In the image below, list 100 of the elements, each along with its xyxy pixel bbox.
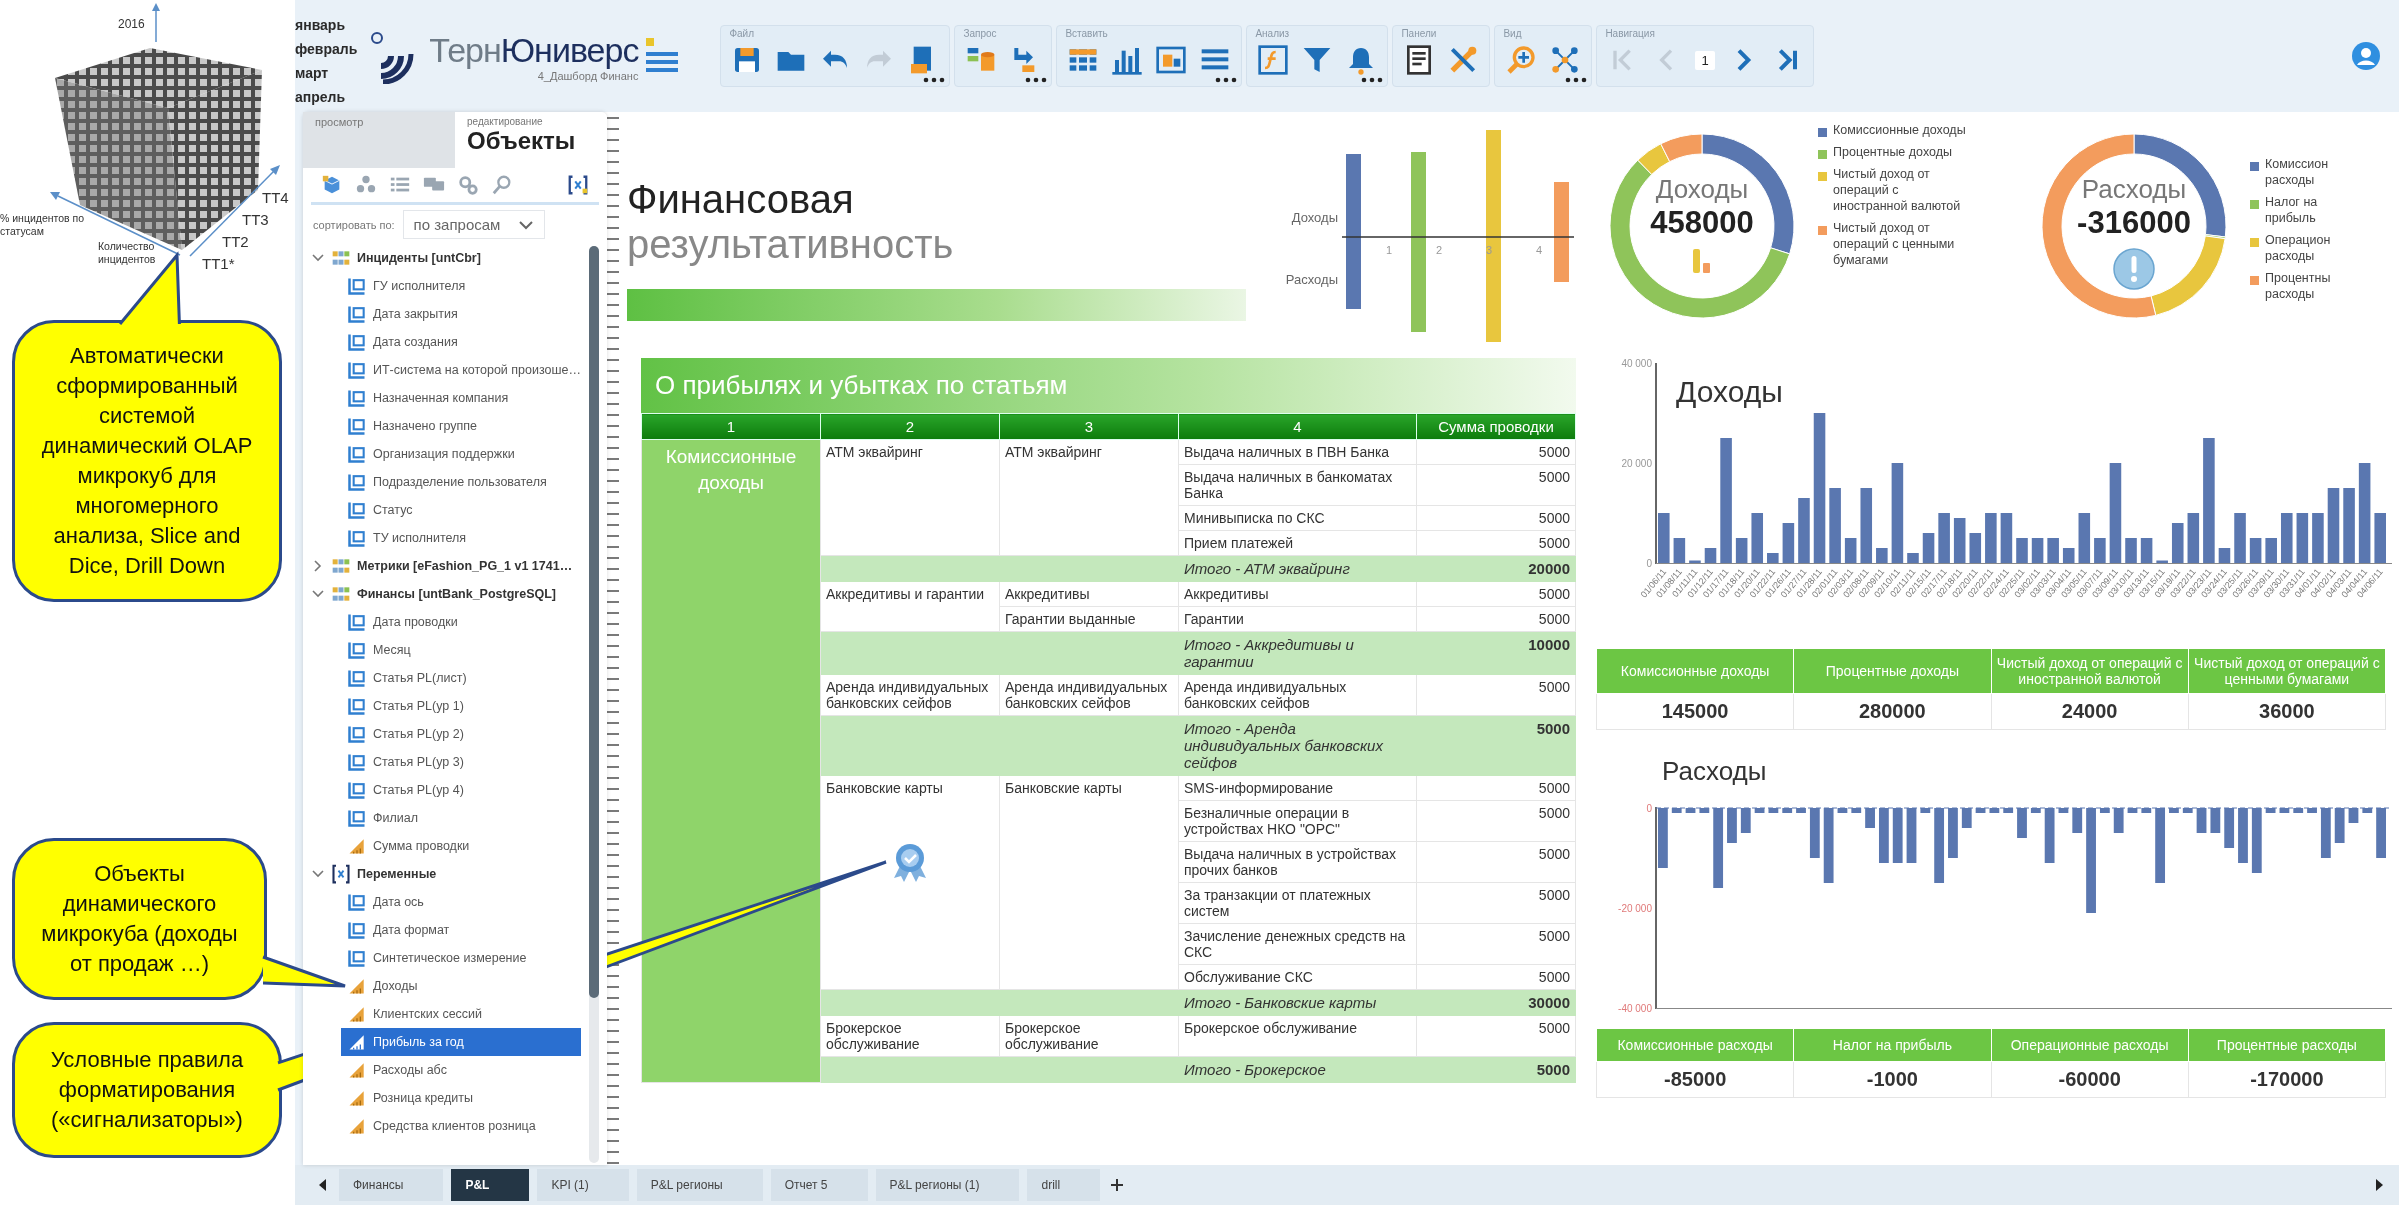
- dimension-icon: [347, 612, 367, 632]
- tree-folder[interactable]: Финансы [untBank_PostgreSQL]: [311, 580, 581, 608]
- panel-tab[interactable]: просмотр: [303, 112, 455, 168]
- tree-item[interactable]: Назначенная компания: [341, 384, 581, 412]
- total-label: Итого - АТМ эквайринг: [1178, 555, 1417, 582]
- user-icon[interactable]: [2351, 41, 2381, 71]
- tree-item[interactable]: Доходы: [341, 972, 581, 1000]
- tree-item[interactable]: Прибыль за год: [341, 1028, 581, 1056]
- group-label: Панели: [1401, 28, 1437, 39]
- tree-item[interactable]: Дата проводки: [341, 608, 581, 636]
- tree-item[interactable]: Средства клиентов розница: [341, 1112, 581, 1140]
- bar: [2044, 808, 2055, 863]
- tree-item[interactable]: Розница кредиты: [341, 1084, 581, 1112]
- group-label: Файл: [729, 28, 754, 39]
- more-icon[interactable]: [923, 77, 946, 83]
- tick-label: 40 000: [1621, 358, 1652, 369]
- page-number-field[interactable]: 1: [1695, 50, 1715, 70]
- tree-item[interactable]: ГУ исполнителя: [341, 272, 581, 300]
- tree-item[interactable]: Дата закрытия: [341, 300, 581, 328]
- bar: [2376, 808, 2386, 858]
- total-value: 10000: [1416, 631, 1576, 675]
- month-label[interactable]: апрель: [295, 89, 358, 105]
- tree-item[interactable]: Статья PL(лист): [341, 664, 581, 692]
- month-label[interactable]: март: [295, 65, 358, 81]
- sort-dropdown[interactable]: по запросам: [402, 210, 546, 239]
- bar: [2265, 808, 2276, 813]
- bar: [2279, 808, 2290, 813]
- donut-total: -316000: [2077, 205, 2191, 241]
- tree-item[interactable]: Дата ось: [341, 888, 581, 916]
- bar: [2125, 538, 2137, 563]
- ruler-icon: [347, 836, 367, 856]
- dimension-icon: [347, 472, 367, 492]
- tree-item[interactable]: Статья PL(ур 2): [341, 720, 581, 748]
- sheet-tab[interactable]: Финансы: [339, 1169, 444, 1201]
- tree-folder[interactable]: Переменные: [311, 860, 581, 888]
- dimension-icon: [347, 752, 367, 772]
- axis-label: 2016: [118, 17, 145, 31]
- ruler-icon: [347, 1060, 367, 1080]
- sheet-tab[interactable]: Отчет 5: [770, 1169, 868, 1201]
- group-label: Навигация: [1605, 28, 1655, 39]
- formula-icon[interactable]: [1257, 44, 1290, 76]
- bar: [2218, 548, 2231, 563]
- search-icon[interactable]: [491, 174, 513, 196]
- bar: [2003, 808, 2014, 813]
- month-label[interactable]: февраль: [295, 41, 358, 57]
- tree-item[interactable]: Статус: [341, 496, 581, 524]
- text-box-icon[interactable]: [1155, 44, 1188, 76]
- tree-item[interactable]: Подразделение пользователя: [341, 468, 581, 496]
- tree-item[interactable]: Расходы абс: [341, 1056, 581, 1084]
- bar: [2072, 808, 2083, 833]
- sheet-tab[interactable]: P&L регионы: [636, 1169, 763, 1201]
- ruler-icon: [347, 1004, 367, 1024]
- bar: [1673, 538, 1686, 563]
- table-cell: 5000: [1416, 530, 1576, 556]
- legend-label: Чистый доход от операций с ценными бумагами: [1833, 220, 1956, 268]
- table-cell: 5000: [1416, 841, 1576, 883]
- tree-item[interactable]: Синтетическое измерение: [341, 944, 581, 972]
- bar: [2234, 513, 2246, 563]
- column-header: 2: [820, 413, 1000, 440]
- dimension-icon: [347, 500, 367, 520]
- bar: [2182, 808, 2193, 813]
- tree-folder[interactable]: Метрики [eFashion_PG_1 v1 1741…: [311, 552, 581, 580]
- group-label: Запрос: [963, 28, 997, 39]
- total-value: 5000: [1416, 715, 1576, 776]
- month-label[interactable]: январь: [295, 17, 358, 33]
- tree-item[interactable]: Статья PL(ур 1): [341, 692, 581, 720]
- panel-tab[interactable]: редактирование Объекты: [455, 112, 608, 168]
- zoom-in-icon[interactable]: [1505, 44, 1538, 76]
- tree-item[interactable]: Назначено группе: [341, 412, 581, 440]
- column-header: Комиссионные расходы: [1596, 1028, 1794, 1062]
- tree-item[interactable]: Статья PL(ур 4): [341, 776, 581, 804]
- more-icon[interactable]: [1565, 77, 1588, 83]
- tree-item[interactable]: Месяц: [341, 636, 581, 664]
- tree-item[interactable]: Клиентских сессий: [341, 1000, 581, 1028]
- more-icon[interactable]: [1215, 77, 1238, 83]
- tree-folder[interactable]: Инциденты [untCbr]: [311, 244, 581, 272]
- tree-item[interactable]: ТУ исполнителя: [341, 524, 581, 552]
- tree-item[interactable]: Организация поддержки: [341, 440, 581, 468]
- tree-item[interactable]: Дата создания: [341, 328, 581, 356]
- table-cell-text: Аренда индивидуальных банковских сейфов: [1005, 679, 1169, 711]
- more-icon[interactable]: [1025, 77, 1048, 83]
- donut-title: Расходы: [2081, 174, 2187, 205]
- variable-icon[interactable]: [567, 174, 589, 196]
- table-cell: Прием платежей: [1178, 530, 1417, 556]
- scrollbar-thumb[interactable]: [589, 246, 599, 998]
- tree-item[interactable]: Филиал: [341, 804, 581, 832]
- tree-item[interactable]: ИТ-система на которой произоше…: [341, 356, 581, 384]
- more-icon[interactable]: [1361, 77, 1384, 83]
- tree-item[interactable]: Сумма проводки: [341, 832, 581, 860]
- table-cell: 280000: [1793, 693, 1991, 730]
- bar: [1892, 808, 1903, 863]
- sheet-tab[interactable]: KPI (1): [537, 1169, 629, 1201]
- sheet-tab[interactable]: P&L: [451, 1169, 530, 1201]
- tree-item[interactable]: Статья PL(ур 3): [341, 748, 581, 776]
- sheet-tab[interactable]: P&L регионы (1): [875, 1169, 1020, 1201]
- tree-item[interactable]: Дата формат: [341, 916, 581, 944]
- bar: [1876, 548, 1888, 563]
- sheet-tab[interactable]: drill: [1027, 1169, 1101, 1201]
- table-cell: Гарантии: [1178, 606, 1417, 632]
- gears-icon[interactable]: [457, 174, 479, 196]
